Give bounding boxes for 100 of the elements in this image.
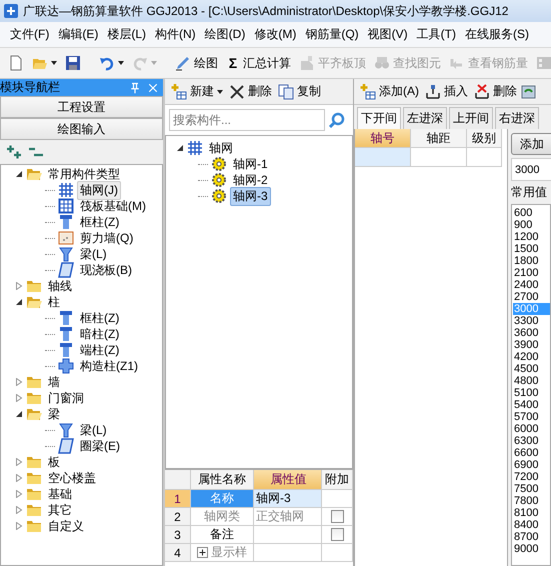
tree-item[interactable]: 轴网-1 <box>230 154 271 174</box>
list-item[interactable]: 8100 <box>513 507 550 519</box>
list-item[interactable]: 9000 <box>513 543 550 555</box>
list-item[interactable]: 1800 <box>513 255 550 267</box>
list-item[interactable]: 5100 <box>513 387 550 399</box>
menu-item[interactable]: 楼层(L) <box>107 26 146 43</box>
menu-item[interactable]: 工具(T) <box>416 26 456 43</box>
tree-item[interactable]: 轴线 <box>45 276 75 296</box>
menu-item[interactable]: 视图(V) <box>368 26 408 43</box>
list-item[interactable]: 5400 <box>513 399 550 411</box>
section-button[interactable]: 工程设置 <box>0 96 163 118</box>
tree-item[interactable]: 筏板基础(M) <box>77 196 149 216</box>
tab[interactable]: 右进深 <box>495 107 539 129</box>
tree-item[interactable]: 柱 <box>45 292 63 312</box>
tree-item[interactable]: 轴网(J) <box>77 180 121 200</box>
list-item[interactable]: 6900 <box>513 459 550 471</box>
tree-item[interactable]: 其它 <box>45 500 75 520</box>
tab[interactable]: 左进深 <box>403 107 447 129</box>
expand-arrow-icon[interactable] <box>15 506 23 514</box>
tree-item[interactable]: 梁(L) <box>77 244 110 264</box>
table-cell[interactable] <box>467 148 502 167</box>
tree-item[interactable]: 端柱(Z) <box>77 340 122 360</box>
tab[interactable]: 上开间 <box>449 107 493 129</box>
add-button[interactable]: 添加 <box>511 133 551 155</box>
tree-item[interactable]: 剪力墙(Q) <box>77 228 136 248</box>
toolbar-button[interactable]: 添加(A) <box>358 81 421 102</box>
list-item[interactable]: 3900 <box>513 339 550 351</box>
list-item[interactable]: 6600 <box>513 447 550 459</box>
expand-arrow-icon[interactable] <box>15 378 23 386</box>
list-item[interactable]: 4500 <box>513 363 550 375</box>
expand-arrow-icon[interactable] <box>15 474 23 482</box>
pin-icon[interactable] <box>129 82 141 94</box>
list-item[interactable]: 4200 <box>513 351 550 363</box>
list-item[interactable]: 8400 <box>513 519 550 531</box>
section-button[interactable]: 绘图输入 <box>0 118 163 140</box>
tree-item[interactable]: 基础 <box>45 484 75 504</box>
tree-item[interactable]: 梁(L) <box>77 420 110 440</box>
menu-item[interactable]: 钢筋量(Q) <box>305 26 359 43</box>
refresh-icon[interactable] <box>521 84 537 100</box>
list-item[interactable]: 3300 <box>513 315 550 327</box>
list-item[interactable]: 6000 <box>513 423 550 435</box>
toolbar-button[interactable]: 插入 <box>423 81 470 102</box>
toolbar-button[interactable]: 新建 <box>169 81 225 102</box>
search-field[interactable]: 搜索构件... <box>169 109 325 131</box>
menu-item[interactable]: 文件(F) <box>10 26 50 43</box>
collapse-arrow-icon[interactable] <box>176 144 184 152</box>
tree-item[interactable]: 暗柱(Z) <box>77 324 122 344</box>
list-item[interactable]: 6300 <box>513 435 550 447</box>
menu-item[interactable]: 编辑(E) <box>58 26 98 43</box>
list-item[interactable]: 8700 <box>513 531 550 543</box>
tree-item[interactable]: 板 <box>45 452 63 472</box>
collapse-arrow-icon[interactable] <box>15 298 23 306</box>
list-item[interactable]: 1500 <box>513 243 550 255</box>
table-cell[interactable] <box>411 148 467 167</box>
list-item[interactable]: 900 <box>513 219 550 231</box>
expand-arrow-icon[interactable] <box>15 522 23 530</box>
toolbar-button[interactable]: 绘图 <box>173 52 220 74</box>
tree-item[interactable]: 梁 <box>45 404 63 424</box>
list-item[interactable]: 7200 <box>513 471 550 483</box>
tree-item[interactable]: 构造柱(Z1) <box>77 356 141 376</box>
tab[interactable]: 下开间 <box>357 107 401 129</box>
list-item[interactable]: 2400 <box>513 279 550 291</box>
menu-item[interactable]: 绘图(D) <box>204 26 246 43</box>
collapse-arrow-icon[interactable] <box>15 170 23 178</box>
tree-item[interactable]: 轴网 <box>206 138 236 158</box>
expand-arrow-icon[interactable] <box>15 394 23 402</box>
tree-item[interactable]: 现浇板(B) <box>77 260 135 280</box>
value-field[interactable]: 3000 <box>511 158 551 181</box>
tree-item[interactable]: 轴网-3 <box>230 186 271 206</box>
tree-item[interactable]: 框柱(Z) <box>77 308 122 328</box>
menu-item[interactable]: 在线服务(S) <box>465 26 529 43</box>
list-item[interactable]: 7800 <box>513 495 550 507</box>
tree-item[interactable]: 空心楼盖 <box>45 468 99 488</box>
tree-item[interactable]: 常用构件类型 <box>45 164 123 184</box>
list-item[interactable]: 5700 <box>513 411 550 423</box>
tree-item[interactable]: 轴网-2 <box>230 170 271 190</box>
table-cell[interactable] <box>355 148 411 167</box>
toolbar-button[interactable]: 删除 <box>472 81 519 102</box>
toolbar-button[interactable]: 复制 <box>276 81 323 102</box>
list-item[interactable]: 2700 <box>513 291 550 303</box>
search-icon[interactable] <box>329 112 345 128</box>
toolbar-button[interactable]: Σ 汇总计算 <box>224 52 293 74</box>
tree-item[interactable]: 门窗洞 <box>45 388 87 408</box>
tree-item[interactable]: 圈梁(E) <box>77 436 123 456</box>
toolbar-button[interactable]: 删除 <box>227 81 274 102</box>
list-item[interactable]: 600 <box>513 207 550 219</box>
close-icon[interactable] <box>147 82 159 94</box>
list-item[interactable]: 7500 <box>513 483 550 495</box>
list-item[interactable]: 3600 <box>513 327 550 339</box>
menu-item[interactable]: 构件(N) <box>155 26 196 43</box>
menu-item[interactable]: 修改(M) <box>254 26 296 43</box>
tree-item[interactable]: 自定义 <box>45 516 87 536</box>
tree-item[interactable]: 框柱(Z) <box>77 212 122 232</box>
checkbox[interactable] <box>330 528 344 541</box>
list-item[interactable]: 4800 <box>513 375 550 387</box>
expand-arrow-icon[interactable] <box>15 490 23 498</box>
tree-item[interactable]: 墙 <box>45 372 63 392</box>
toolbar-button[interactable] <box>63 53 83 73</box>
expand-arrow-icon[interactable] <box>15 282 23 290</box>
list-item[interactable]: 1200 <box>513 231 550 243</box>
